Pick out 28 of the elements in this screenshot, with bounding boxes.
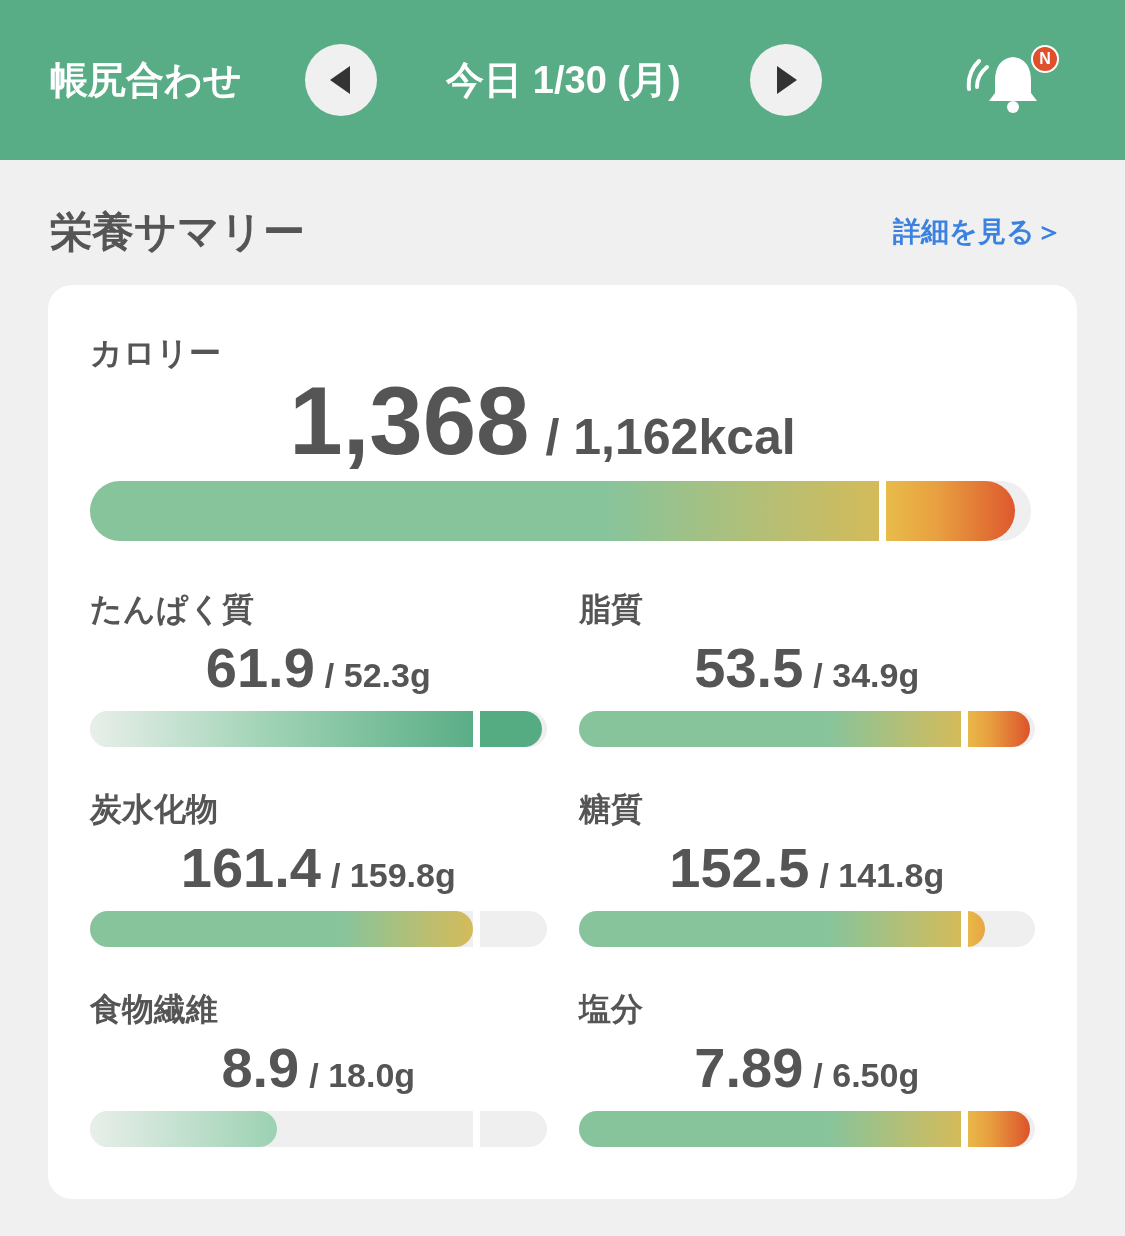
section-title: 栄養サマリー bbox=[50, 207, 305, 257]
nutrient-target: / 141.8g bbox=[819, 855, 945, 896]
notification-badge: N bbox=[1031, 45, 1059, 73]
left-triangle-icon bbox=[330, 66, 352, 94]
nutrient-target: / 52.3g bbox=[324, 655, 431, 696]
nutrient-value: 1,368 bbox=[289, 373, 530, 469]
nutrient-target: / 6.50g bbox=[813, 1055, 920, 1096]
nutrient-target: / 1,162kcal bbox=[545, 412, 796, 462]
nutrient-value: 7.89 bbox=[694, 1035, 804, 1101]
nutrient-label: カロリー bbox=[90, 334, 222, 373]
nutrient-value: 53.5 bbox=[694, 635, 804, 701]
nutrient-label: たんぱく質 bbox=[90, 590, 255, 629]
nutrient-label: 塩分 bbox=[578, 990, 644, 1029]
nutrient-target: / 159.8g bbox=[330, 855, 456, 896]
nutrient-label: 炭水化物 bbox=[90, 790, 219, 829]
nutrient-value: 152.5 bbox=[669, 835, 810, 901]
nutrient-target: / 34.9g bbox=[813, 655, 920, 696]
page-title: 帳尻合わせ bbox=[50, 57, 243, 103]
nutrient-label: 糖質 bbox=[578, 790, 644, 829]
right-triangle-icon bbox=[775, 66, 797, 94]
nutrient-value: 61.9 bbox=[205, 635, 315, 701]
nutrient-value: 8.9 bbox=[221, 1035, 300, 1101]
nutrient-target: / 18.0g bbox=[309, 1055, 416, 1096]
nutrient-value: 161.4 bbox=[180, 835, 321, 901]
date-label: 今日 1/30 (月) bbox=[445, 57, 682, 103]
nutrient-label: 脂質 bbox=[578, 590, 644, 629]
details-link[interactable]: 詳細を見る＞ bbox=[893, 210, 1063, 253]
nutrient-label: 食物繊維 bbox=[90, 990, 219, 1029]
